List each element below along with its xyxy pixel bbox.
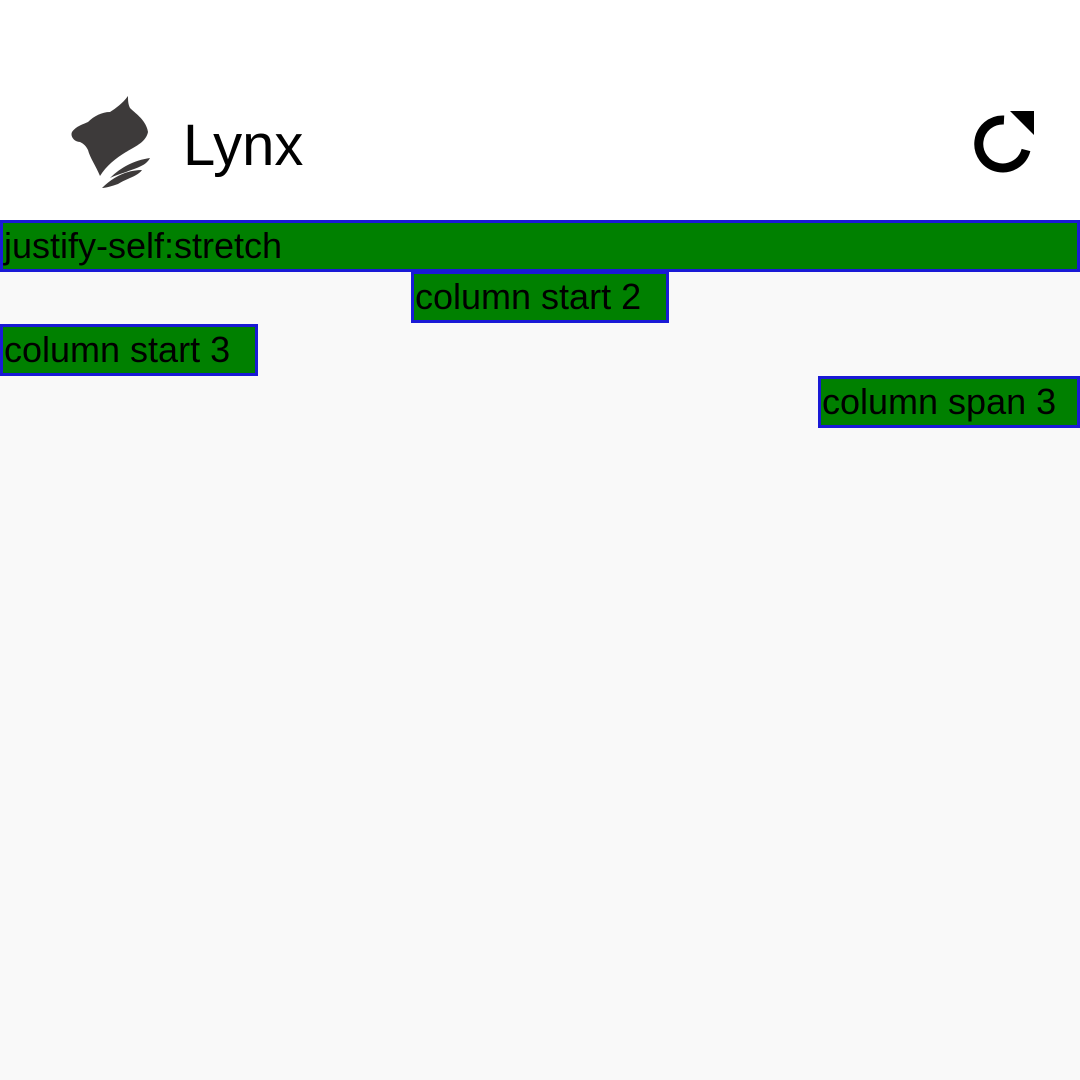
grid-item-column-span-3: column span 3 <box>818 376 1080 428</box>
grid-item-justify-self-stretch: justify-self:stretch <box>0 220 1080 272</box>
grid-container: justify-self:stretch column start 2 colu… <box>0 220 1080 1080</box>
grid-item-column-start-3: column start 3 <box>0 324 258 376</box>
reload-icon[interactable] <box>964 106 1044 186</box>
app-bar: Lynx <box>0 0 1080 220</box>
lynx-logo-icon <box>71 96 150 188</box>
grid-item-column-start-2: column start 2 <box>411 271 669 323</box>
app-title: Lynx <box>183 113 304 178</box>
